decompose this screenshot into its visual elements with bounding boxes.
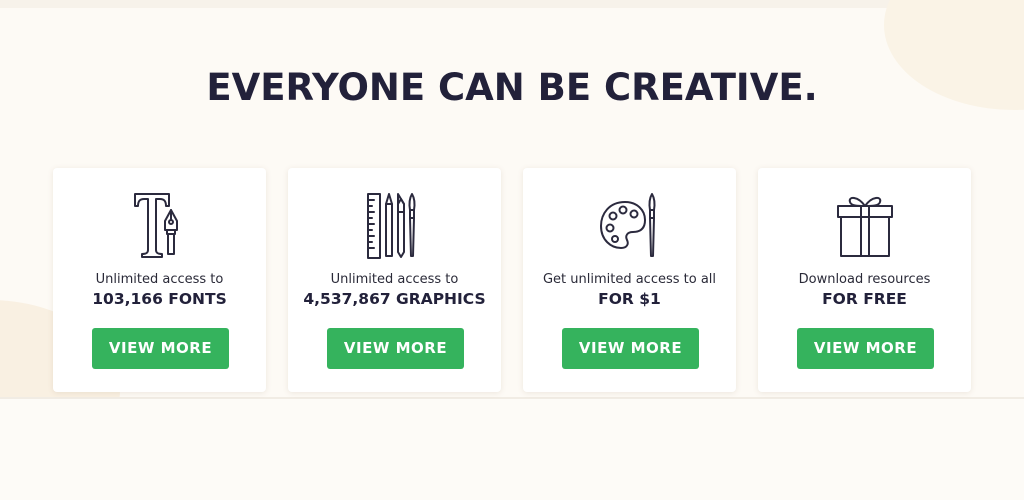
top-band [0,0,1024,8]
card-subtitle: Unlimited access to [95,272,224,287]
card-highlight: 103,166 FONTS [92,290,227,308]
font-pen-icon [53,190,266,260]
card-free-resources: Download resources FOR FREE VIEW MORE [758,168,971,392]
gift-box-icon [758,190,971,260]
page: EVERYONE CAN BE CREATIVE. Unlimited acce… [0,0,1024,500]
view-more-button-free-resources[interactable]: VIEW MORE [797,328,934,369]
card-graphics: Unlimited access to 4,537,867 GRAPHICS V… [288,168,501,392]
view-more-button-graphics[interactable]: VIEW MORE [327,328,464,369]
card-highlight: FOR FREE [822,290,907,308]
palette-brush-icon [523,190,736,260]
card-highlight: 4,537,867 GRAPHICS [303,290,486,308]
card-all-access: Get unlimited access to all FOR $1 VIEW … [523,168,736,392]
card-highlight: FOR $1 [598,290,661,308]
section-floor [0,397,1024,500]
card-fonts: Unlimited access to 103,166 FONTS VIEW M… [53,168,266,392]
card-subtitle: Unlimited access to [330,272,459,287]
view-more-button-fonts[interactable]: VIEW MORE [92,328,229,369]
ruler-pencils-icon [288,190,501,260]
card-subtitle: Download resources [798,272,931,287]
card-subtitle: Get unlimited access to all [542,272,717,287]
view-more-button-all-access[interactable]: VIEW MORE [562,328,699,369]
headline: EVERYONE CAN BE CREATIVE. [206,66,818,109]
